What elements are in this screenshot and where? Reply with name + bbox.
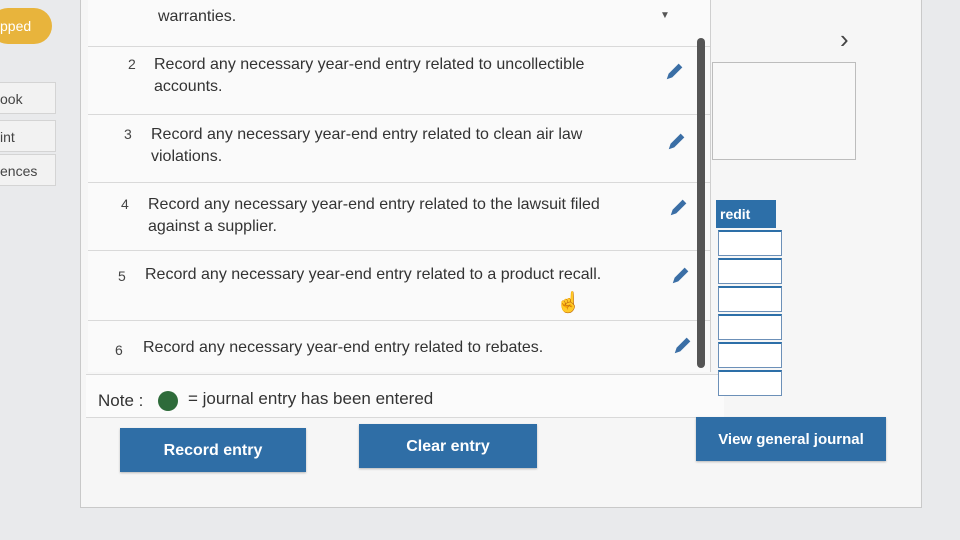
item-number: 3 bbox=[124, 126, 132, 142]
status-pill: pped bbox=[0, 8, 52, 44]
partial-item-text: warranties. bbox=[158, 8, 237, 25]
credit-input[interactable] bbox=[718, 230, 782, 256]
note-description: = journal entry has been entered bbox=[188, 389, 434, 408]
credit-input[interactable] bbox=[718, 286, 782, 312]
pencil-icon[interactable] bbox=[672, 334, 694, 356]
list-item[interactable]: 3 Record any necessary year-end entry re… bbox=[88, 114, 710, 183]
pencil-icon[interactable] bbox=[664, 60, 686, 82]
list-item[interactable]: 6 Record any necessary year-end entry re… bbox=[88, 320, 710, 372]
list-item[interactable]: 5 Record any necessary year-end entry re… bbox=[88, 250, 710, 321]
item-description: Record any necessary year-end entry rela… bbox=[143, 339, 544, 356]
item-number: 4 bbox=[121, 196, 129, 212]
list-item[interactable]: 2 Record any necessary year-end entry re… bbox=[88, 46, 710, 115]
item-description: Record any necessary year-end entry rela… bbox=[148, 196, 600, 235]
note-label: Note : bbox=[98, 391, 144, 410]
entered-indicator-icon bbox=[158, 391, 178, 411]
pencil-icon[interactable] bbox=[668, 196, 690, 218]
item-description: Record any necessary year-end entry rela… bbox=[151, 126, 583, 165]
list-scrollbar[interactable] bbox=[697, 38, 705, 368]
chevron-right-icon[interactable]: › bbox=[840, 24, 849, 55]
pencil-icon[interactable] bbox=[670, 264, 692, 286]
item-description: Record any necessary year-end entry rela… bbox=[145, 266, 602, 283]
item-number: 6 bbox=[115, 342, 123, 358]
clear-entry-button[interactable]: Clear entry bbox=[359, 424, 537, 468]
sidebar-tab-references[interactable]: ences bbox=[0, 154, 56, 186]
list-item[interactable]: 4 Record any necessary year-end entry re… bbox=[88, 182, 710, 251]
record-entry-button[interactable]: Record entry bbox=[120, 428, 306, 472]
item-number: 2 bbox=[128, 56, 136, 72]
reference-box bbox=[712, 62, 856, 160]
caret-down-icon: ▼ bbox=[660, 10, 670, 21]
sidebar-tab-book[interactable]: ook bbox=[0, 82, 56, 114]
transaction-list: 2 Record any necessary year-end entry re… bbox=[88, 0, 711, 372]
credit-column-header: redit bbox=[716, 200, 776, 228]
view-general-journal-button[interactable]: View general journal bbox=[696, 417, 886, 461]
legend-note: Note : = journal entry has been entered bbox=[86, 374, 724, 418]
credit-input[interactable] bbox=[718, 342, 782, 368]
credit-input[interactable] bbox=[718, 258, 782, 284]
item-number: 5 bbox=[118, 268, 126, 284]
item-description: Record any necessary year-end entry rela… bbox=[154, 56, 585, 95]
hand-pointer-icon: ☝ bbox=[556, 292, 581, 314]
credit-input[interactable] bbox=[718, 314, 782, 340]
sidebar-tab-print[interactable]: int bbox=[0, 120, 56, 152]
pencil-icon[interactable] bbox=[666, 130, 688, 152]
credit-input[interactable] bbox=[718, 370, 782, 396]
